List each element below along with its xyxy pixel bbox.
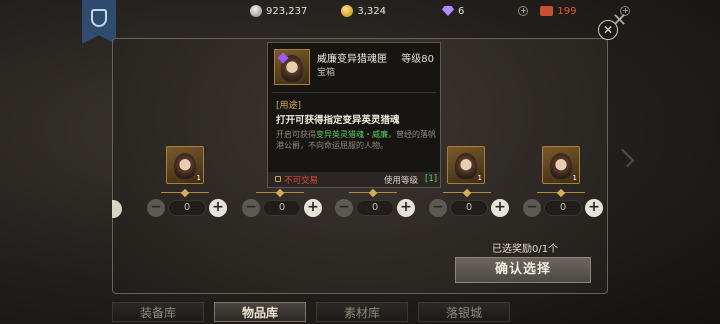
- reward-item[interactable]: 1: [542, 146, 580, 184]
- storage-tabs: 装备库 物品库 素材库 落银城: [112, 300, 512, 324]
- trade-status: 不可交易: [284, 176, 319, 186]
- silver-coin-icon: [250, 5, 262, 17]
- currency-bar: 923,237 3,324 6 + 199 +: [250, 2, 631, 20]
- gem-currency: 6: [442, 6, 464, 17]
- tab-items[interactable]: 物品库: [214, 302, 306, 322]
- hero-portrait-icon: [550, 153, 572, 179]
- item-tooltip: 威廉变异猎魂匣 等级80 宝箱 [用途] 打开可获得指定变异英灵猎魂 开启可获得…: [267, 42, 441, 188]
- quantity-value[interactable]: 0: [356, 200, 394, 216]
- ticket-currency: 199: [540, 6, 576, 17]
- reward-item[interactable]: 1: [447, 146, 485, 184]
- reward-item[interactable]: 1: [166, 146, 204, 184]
- ornament-divider: [349, 190, 397, 196]
- hero-portrait-icon: [174, 153, 196, 179]
- selected-count-text: 已选奖励0/1个: [492, 244, 559, 255]
- ornament-divider: [161, 190, 209, 196]
- decrease-button[interactable]: −: [429, 199, 447, 217]
- diamond-icon: [442, 6, 454, 16]
- item-type: 宝箱: [317, 68, 336, 78]
- decrease-button[interactable]: −: [523, 199, 541, 217]
- desc-prefix: 开启可获得: [276, 130, 316, 139]
- quantity-value[interactable]: 0: [544, 200, 582, 216]
- close-button[interactable]: ✕: [598, 20, 618, 40]
- quantity-stepper: − 0 +: [335, 198, 415, 218]
- usage-text: 打开可获得指定变异英灵猎魂: [276, 115, 400, 126]
- item-count: 1: [477, 174, 482, 182]
- desc-highlight: 变异英灵猎魂・威廉: [316, 130, 388, 139]
- use-level-value: [1]: [425, 174, 438, 184]
- increase-button[interactable]: +: [491, 199, 509, 217]
- ticket-amount: 199: [557, 5, 577, 17]
- shield-icon: [91, 9, 107, 27]
- item-description: 开启可获得变异英灵猎魂・威廉，曾经的落帆港公爵，不向命运屈服的人物。: [276, 129, 436, 151]
- tab-city[interactable]: 落银城: [418, 302, 510, 322]
- gold-amount: 3,324: [357, 5, 386, 17]
- ornament-divider: [256, 190, 304, 196]
- hero-portrait-icon: [455, 153, 477, 179]
- quantity-stepper: − 0 +: [523, 198, 603, 218]
- decrease-button[interactable]: −: [147, 199, 165, 217]
- quantity-value[interactable]: 0: [263, 200, 301, 216]
- tab-materials[interactable]: 素材库: [316, 302, 408, 322]
- ornament-divider: [537, 190, 585, 196]
- decrease-button[interactable]: −: [335, 199, 353, 217]
- increase-button[interactable]: +: [209, 199, 227, 217]
- tab-equipment[interactable]: 装备库: [112, 302, 204, 322]
- increase-button[interactable]: +: [397, 199, 415, 217]
- divider: [272, 92, 436, 93]
- quantity-stepper: − 0 +: [242, 198, 322, 218]
- increase-button[interactable]: +: [585, 199, 603, 217]
- gold-currency: 3,324: [341, 5, 386, 17]
- silver-amount: 923,237: [266, 5, 308, 17]
- confirm-button[interactable]: 确认选择: [455, 257, 591, 283]
- use-level-label: 使用等级: [384, 176, 419, 186]
- silver-currency: 923,237: [250, 5, 307, 17]
- usage-heading: [用途]: [276, 101, 302, 111]
- decrease-button[interactable]: −: [242, 199, 260, 217]
- lock-icon: [275, 176, 281, 182]
- add-gem-button[interactable]: +: [518, 6, 529, 16]
- item-count: 1: [572, 174, 577, 182]
- item-level: 等级80: [401, 54, 434, 65]
- ticket-icon: [540, 6, 554, 16]
- quantity-value[interactable]: 0: [168, 200, 206, 216]
- gem-amount: 6: [458, 5, 465, 17]
- ornament-divider: [443, 190, 491, 196]
- gold-coin-icon: [341, 5, 354, 17]
- quantity-value[interactable]: 0: [450, 200, 488, 216]
- item-name: 威廉变异猎魂匣: [317, 54, 387, 65]
- increase-button[interactable]: +: [304, 199, 322, 217]
- quantity-stepper: − 0 +: [147, 198, 227, 218]
- tooltip-footer: 不可交易 使用等级 [1]: [268, 172, 440, 187]
- item-portrait: [274, 49, 310, 85]
- quantity-stepper: − 0 +: [429, 198, 509, 218]
- item-count: 1: [196, 174, 201, 182]
